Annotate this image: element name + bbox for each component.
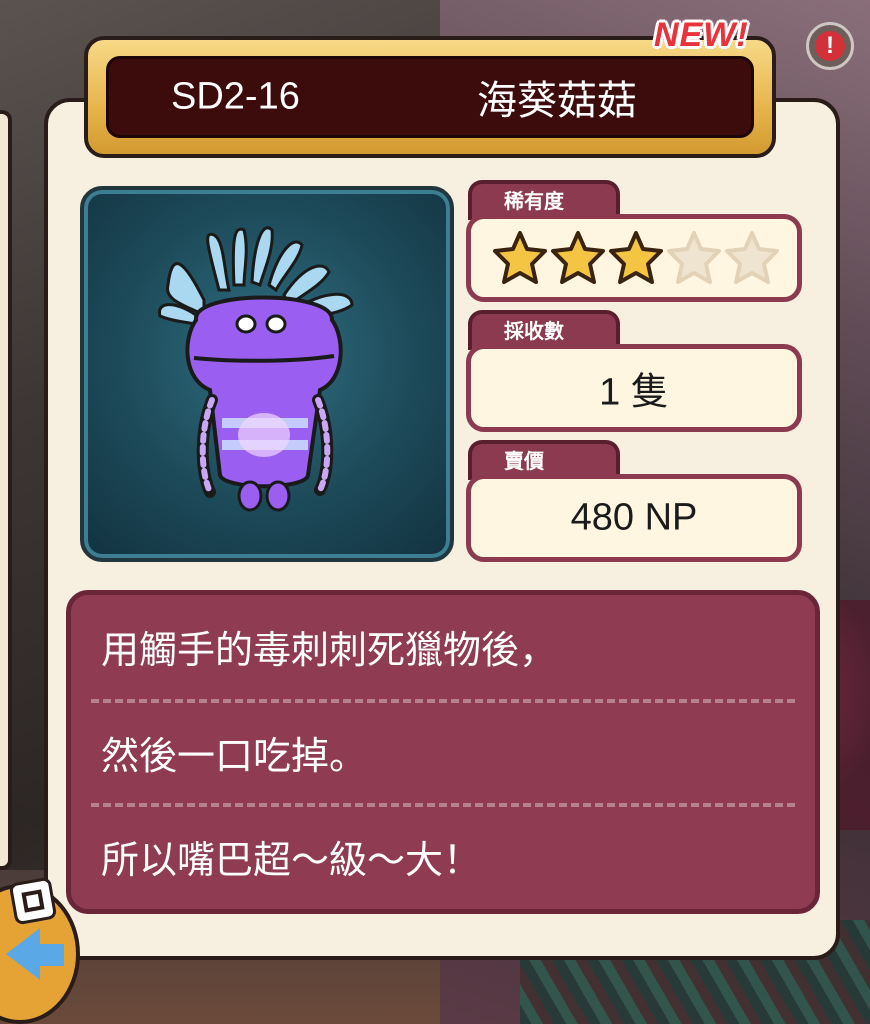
description-line: 用觸手的毒刺刺死獵物後， [101,628,558,672]
qr-code-icon[interactable] [8,876,58,926]
alert-icon[interactable]: ! [806,22,854,70]
divider [91,803,795,807]
divider [91,699,795,703]
star-filled-icon [609,231,663,284]
star-filled-icon [493,231,547,284]
creature-portrait [80,186,454,562]
rarity-box [466,214,802,302]
description-line: 所以嘴巴超～級～大！ [101,838,482,882]
star-empty-icon [667,231,721,284]
anemone-mushroom-image [158,226,354,512]
new-badge: NEW! [654,16,749,54]
rarity-stars [491,229,781,287]
collected-box: 1 隻 [466,344,802,432]
price-box: 480 NP [466,474,802,562]
previous-card-edge[interactable] [0,110,12,870]
item-name: 海葵菇菇 [477,78,637,124]
star-empty-icon [725,231,779,284]
price-value: 480 NP [570,496,698,539]
description-line: 然後一口吃掉。 [101,734,368,778]
title-banner-inner: SD2-16 海葵菇菇 [106,56,754,138]
description-panel: 用觸手的毒刺刺死獵物後， 然後一口吃掉。 所以嘴巴超～級～大！ [66,590,820,914]
star-filled-icon [551,231,605,284]
collected-value: 1 隻 [599,371,669,414]
item-code: SD2-16 [171,75,300,118]
